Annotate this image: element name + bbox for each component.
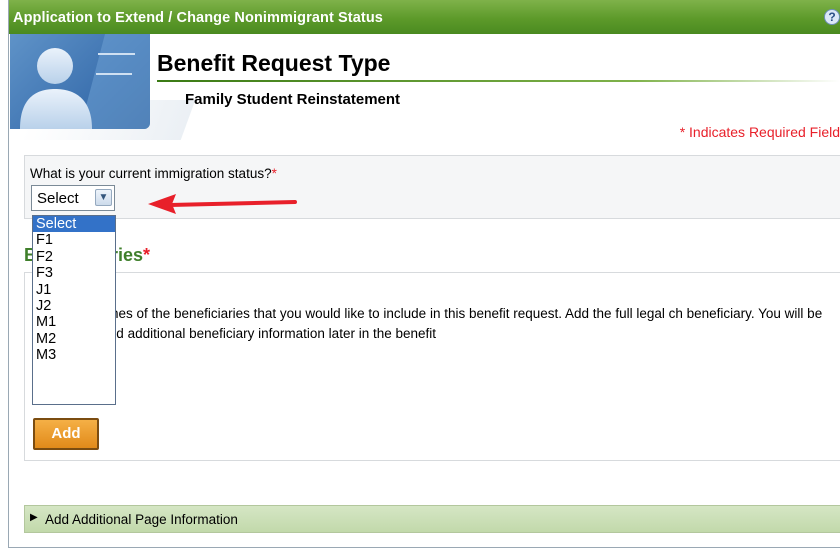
beneficiaries-panel	[24, 272, 840, 461]
add-beneficiary-button[interactable]: Add	[33, 418, 99, 450]
immigration-status-question: What is your current immigration status?…	[30, 166, 277, 181]
status-option[interactable]: J1	[33, 282, 115, 298]
status-option[interactable]: M3	[33, 347, 115, 363]
help-question-icon[interactable]: ?	[824, 9, 840, 25]
page-subtitle: Family Student Reinstatement	[185, 91, 401, 108]
triangle-right-icon: ▶	[30, 512, 38, 523]
required-asterisk: *	[271, 166, 277, 181]
title-divider	[157, 80, 840, 82]
status-option[interactable]: M2	[33, 331, 115, 347]
status-option[interactable]: Select	[33, 216, 115, 233]
status-option[interactable]: F1	[33, 232, 115, 248]
window-title: Application to Extend / Change Nonimmigr…	[13, 10, 383, 26]
chevron-down-icon[interactable]: ▼	[95, 189, 112, 206]
status-option[interactable]: M1	[33, 314, 115, 330]
required-asterisk: *	[143, 245, 151, 265]
immigration-status-question-text: What is your current immigration status?	[30, 166, 272, 181]
immigration-status-options[interactable]: Select F1 F2 F3 J1 J2 M1 M2 M3	[32, 215, 116, 405]
title-bar: Application to Extend / Change Nonimmigr…	[9, 0, 840, 34]
beneficiaries-instructions-text: nes of the beneficiaries that you would …	[33, 306, 823, 341]
status-option[interactable]: F3	[33, 265, 115, 281]
expander-label: Add Additional Page Information	[45, 512, 238, 527]
page-title: Benefit Request Type	[157, 50, 391, 76]
status-option[interactable]: J2	[33, 298, 115, 314]
select-current-value: Select	[37, 190, 79, 207]
additional-info-expander[interactable]: ▶ Add Additional Page Information	[24, 505, 840, 533]
required-field-note: * Indicates Required Field	[679, 124, 840, 140]
immigration-status-select[interactable]: Select ▼	[31, 185, 115, 211]
beneficiaries-instructions: nes of the beneficiaries that you would …	[33, 304, 823, 344]
user-avatar-icon	[10, 34, 150, 129]
annotation-arrow-icon	[148, 194, 297, 214]
status-option[interactable]: F2	[33, 249, 115, 265]
